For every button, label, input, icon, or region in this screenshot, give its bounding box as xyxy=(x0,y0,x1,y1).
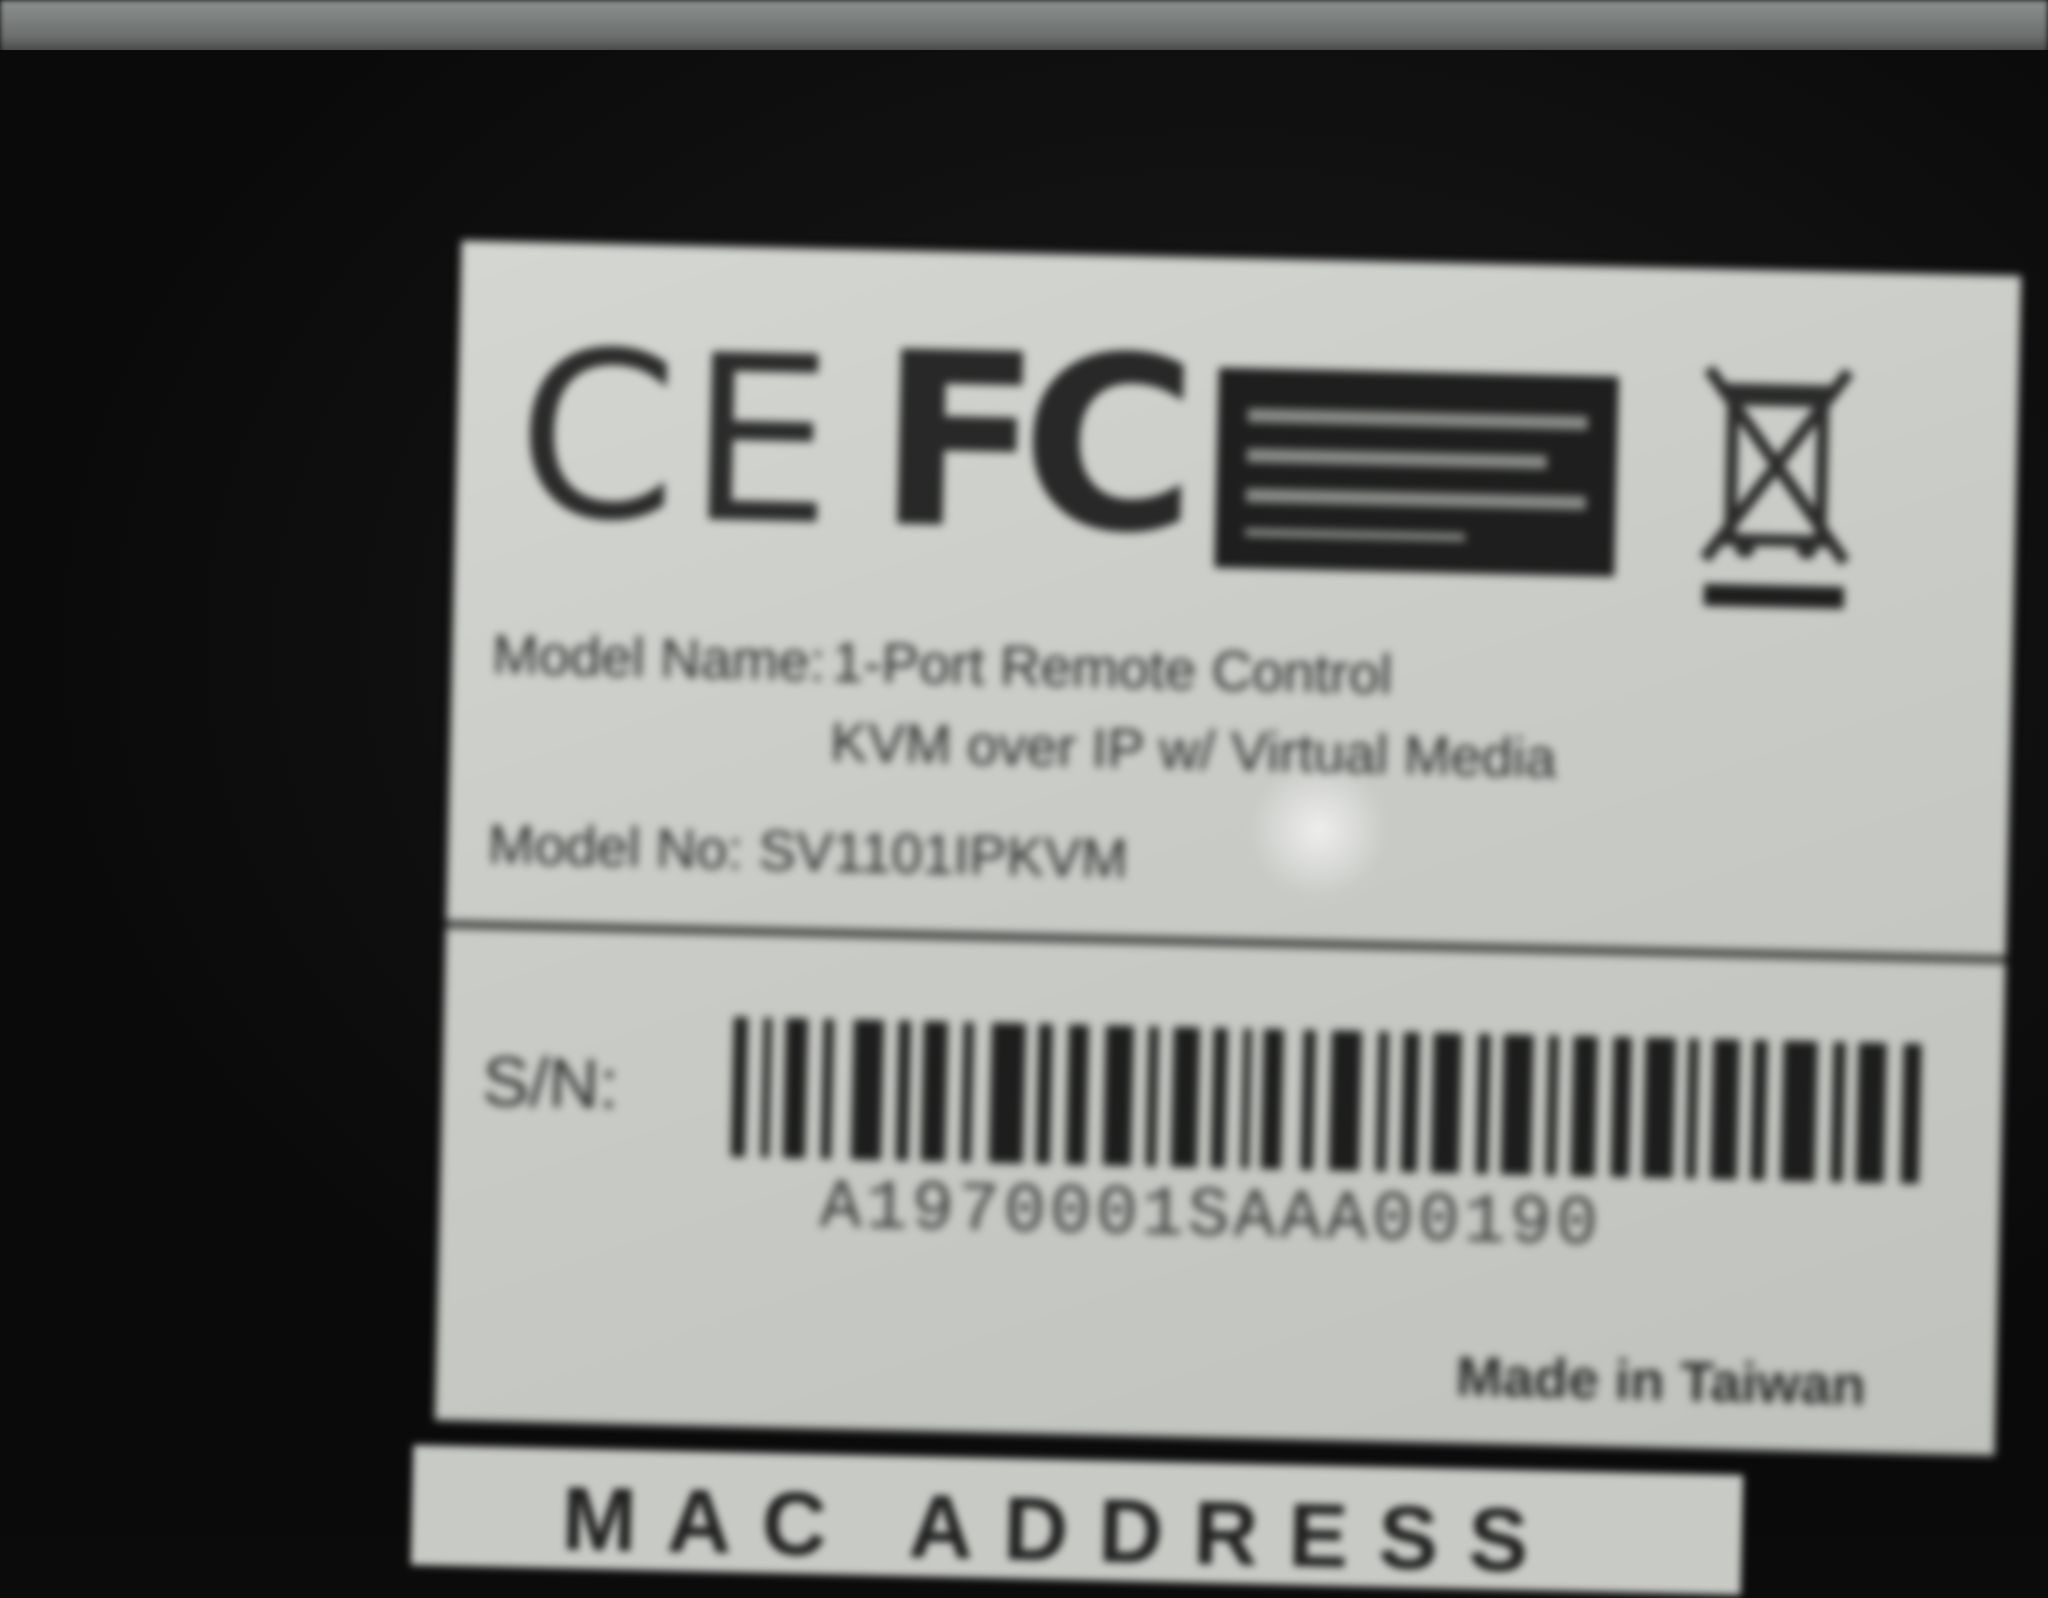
model-name-line2: KVM over IP w/ Virtual Media xyxy=(829,709,1558,790)
made-in-text: Made in Taiwan xyxy=(1455,1344,1867,1417)
serial-number: A1970001SAAA00190 xyxy=(818,1168,1603,1266)
crossed-out-bin-icon xyxy=(1699,365,1854,609)
product-label: CE FC Model Name: 1-Port Remote Control … xyxy=(434,240,2022,1456)
model-name-line1: 1-Port Remote Control xyxy=(831,629,1393,706)
light-glare xyxy=(1246,758,1391,902)
serial-barcode xyxy=(730,1016,1922,1184)
lower-label-text: MAC ADDRESS xyxy=(560,1469,1560,1592)
model-number: Model No: SV1101IPKVM xyxy=(487,812,1129,890)
label-divider xyxy=(445,920,2006,964)
fcc-mark: FC xyxy=(873,299,1181,587)
certification-logo xyxy=(1214,367,1619,577)
serial-label: S/N: xyxy=(481,1042,620,1124)
ce-mark: CE xyxy=(514,302,847,578)
model-name-label: Model Name: xyxy=(491,622,826,693)
